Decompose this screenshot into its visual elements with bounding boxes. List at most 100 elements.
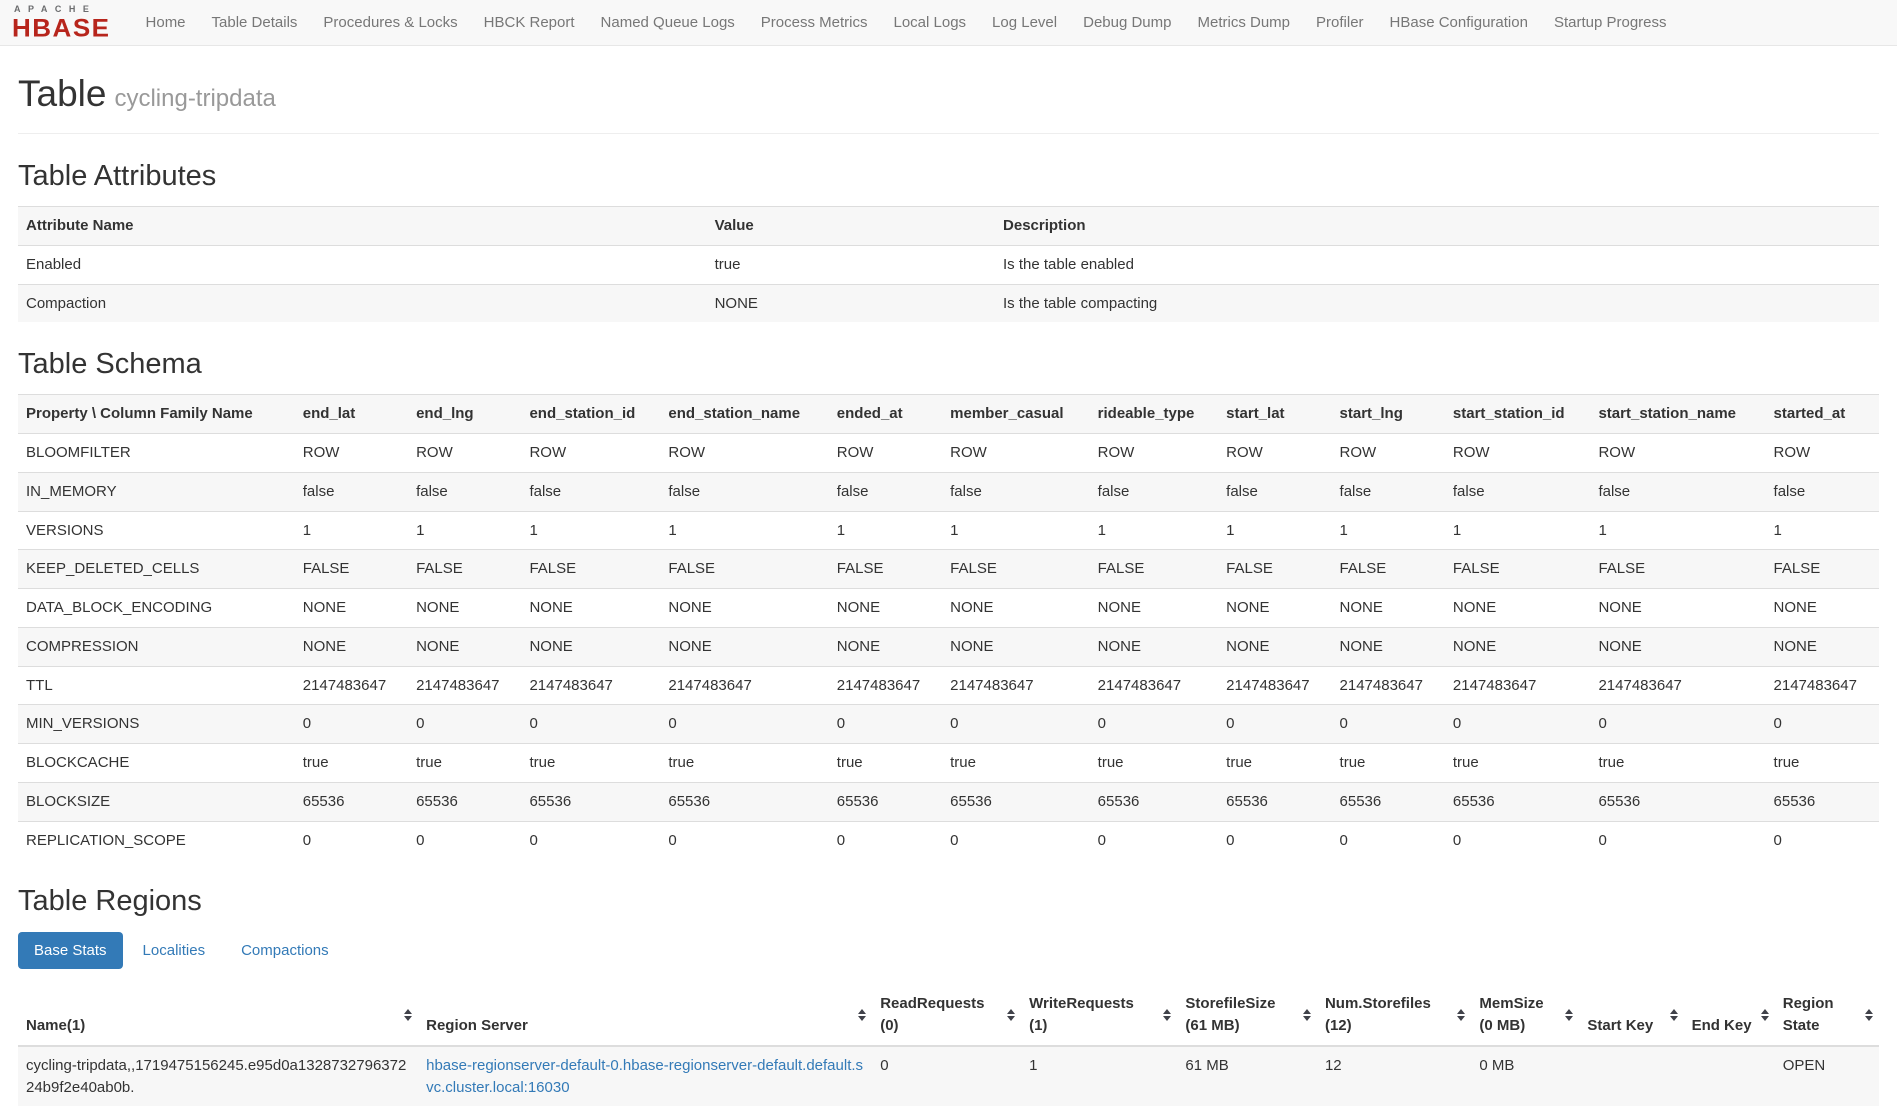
schema-property-value-cell: 2147483647 (942, 666, 1090, 705)
schema-property-value-cell: 65536 (660, 782, 828, 821)
region-state-cell: OPEN (1775, 1046, 1879, 1106)
schema-property-value-cell: ROW (1090, 434, 1219, 473)
schema-property-value-cell: 0 (1590, 821, 1765, 859)
sort-down-arrow (1670, 1016, 1678, 1021)
schema-family-column-header: end_lng (408, 395, 521, 434)
regions-column-header[interactable]: Region State (1775, 985, 1879, 1046)
schema-property-value-cell: true (660, 744, 828, 783)
schema-property-value-cell: NONE (408, 627, 521, 666)
sort-icon (1565, 1009, 1573, 1021)
schema-property-value-cell: NONE (1332, 627, 1445, 666)
regions-column-header[interactable]: MemSize (0 MB) (1471, 985, 1579, 1046)
top-navbar: APACHE HBASE HomeTable DetailsProcedures… (0, 0, 1897, 46)
schema-property-value-cell: NONE (1218, 589, 1331, 628)
schema-property-value-cell: ROW (1445, 434, 1591, 473)
sort-down-arrow (1457, 1016, 1465, 1021)
schema-property-value-cell: 0 (1590, 705, 1765, 744)
schema-property-value-cell: NONE (1445, 627, 1591, 666)
regions-column-header[interactable]: End Key (1684, 985, 1775, 1046)
regions-column-header-label: Region State (1783, 995, 1834, 1034)
regions-column-header[interactable]: ReadRequests (0) (872, 985, 1021, 1046)
schema-property-value-cell: FALSE (1766, 550, 1879, 589)
schema-property-value-cell: false (1766, 472, 1879, 511)
schema-property-value-cell: true (1332, 744, 1445, 783)
attribute-value-cell: NONE (707, 284, 995, 322)
nav-item-process-metrics[interactable]: Process Metrics (748, 1, 881, 44)
regions-column-header[interactable]: StorefileSize (61 MB) (1177, 985, 1317, 1046)
schema-property-value-cell: ROW (1590, 434, 1765, 473)
nav-item-table-details[interactable]: Table Details (199, 1, 311, 44)
schema-property-value-cell: false (295, 472, 408, 511)
schema-family-column-header: ended_at (829, 395, 942, 434)
sort-icon (1670, 1009, 1678, 1021)
regions-column-header-label: Start Key (1587, 1017, 1653, 1034)
schema-property-value-cell: NONE (1766, 589, 1879, 628)
schema-property-value-cell: 2147483647 (521, 666, 660, 705)
regions-column-header[interactable]: WriteRequests (1) (1021, 985, 1177, 1046)
nav-item-local-logs[interactable]: Local Logs (880, 1, 979, 44)
region-row: cycling-tripdata,,1719475156245.e95d0a13… (18, 1046, 1879, 1106)
schema-property-row: BLOOMFILTERROWROWROWROWROWROWROWROWROWRO… (18, 434, 1879, 473)
region-tab-localities[interactable]: Localities (127, 932, 222, 969)
schema-property-name-cell: BLOOMFILTER (18, 434, 295, 473)
nav-item-hbase-configuration[interactable]: HBase Configuration (1377, 1, 1541, 44)
nav-item-profiler[interactable]: Profiler (1303, 1, 1377, 44)
region-tab-compactions[interactable]: Compactions (225, 932, 345, 969)
regions-column-header[interactable]: Name(1) (18, 985, 418, 1046)
schema-property-value-cell: 1 (295, 511, 408, 550)
schema-property-value-cell: true (942, 744, 1090, 783)
regions-column-header[interactable]: Start Key (1579, 985, 1683, 1046)
nav-item-procedures-locks[interactable]: Procedures & Locks (310, 1, 470, 44)
schema-property-value-cell: 1 (1590, 511, 1765, 550)
nav-item-startup-progress[interactable]: Startup Progress (1541, 1, 1680, 44)
schema-property-value-cell: false (1090, 472, 1219, 511)
schema-property-name-cell: COMPRESSION (18, 627, 295, 666)
table-attributes-table: Attribute NameValueDescriptionEnabledtru… (18, 206, 1879, 322)
schema-property-name-cell: TTL (18, 666, 295, 705)
schema-property-value-cell: 0 (660, 821, 828, 859)
region-end-key-cell (1684, 1046, 1775, 1106)
nav-item-hbck-report[interactable]: HBCK Report (471, 1, 588, 44)
sort-down-arrow (1007, 1016, 1015, 1021)
region-server-link[interactable]: hbase-regionserver-default-0.hbase-regio… (426, 1057, 863, 1096)
nav-item-log-level[interactable]: Log Level (979, 1, 1070, 44)
attribute-row: EnabledtrueIs the table enabled (18, 245, 1879, 284)
schema-property-value-cell: 1 (1766, 511, 1879, 550)
nav-item-metrics-dump[interactable]: Metrics Dump (1185, 1, 1304, 44)
schema-property-value-cell: 0 (829, 821, 942, 859)
schema-property-name-cell: BLOCKCACHE (18, 744, 295, 783)
schema-property-value-cell: 0 (1218, 821, 1331, 859)
schema-family-column-header: end_lat (295, 395, 408, 434)
schema-property-name-cell: BLOCKSIZE (18, 782, 295, 821)
nav-item-named-queue-logs[interactable]: Named Queue Logs (588, 1, 748, 44)
region-server-cell: hbase-regionserver-default-0.hbase-regio… (418, 1046, 872, 1106)
schema-property-value-cell: FALSE (1332, 550, 1445, 589)
regions-column-header[interactable]: Num.Storefiles (12) (1317, 985, 1471, 1046)
attribute-value-cell: true (707, 245, 995, 284)
schema-property-value-cell: FALSE (1445, 550, 1591, 589)
region-tab-base-stats[interactable]: Base Stats (18, 932, 123, 969)
nav-item-debug-dump[interactable]: Debug Dump (1070, 1, 1184, 44)
schema-header-row: Property \ Column Family Nameend_latend_… (18, 395, 1879, 434)
attribute-name-cell: Compaction (18, 284, 707, 322)
attribute-description-cell: Is the table enabled (995, 245, 1879, 284)
schema-property-value-cell: NONE (660, 627, 828, 666)
hbase-logo[interactable]: APACHE HBASE (12, 5, 111, 41)
nav-item-home[interactable]: Home (133, 1, 199, 44)
navbar-menu: HomeTable DetailsProcedures & LocksHBCK … (133, 1, 1680, 44)
hbase-logo-apache-text: APACHE (12, 5, 111, 14)
sort-up-arrow (404, 1009, 412, 1014)
attribute-row: CompactionNONEIs the table compacting (18, 284, 1879, 322)
schema-property-value-cell: NONE (295, 627, 408, 666)
regions-column-header-label: End Key (1692, 1017, 1752, 1034)
schema-property-value-cell: NONE (521, 627, 660, 666)
sort-icon (1303, 1009, 1311, 1021)
schema-property-value-cell: 2147483647 (408, 666, 521, 705)
regions-column-header[interactable]: Region Server (418, 985, 872, 1046)
schema-property-name-cell: KEEP_DELETED_CELLS (18, 550, 295, 589)
schema-property-value-cell: NONE (1090, 589, 1219, 628)
schema-property-value-cell: FALSE (1590, 550, 1765, 589)
schema-property-value-cell: 2147483647 (295, 666, 408, 705)
attribute-description-cell: Is the table compacting (995, 284, 1879, 322)
schema-property-value-cell: ROW (1332, 434, 1445, 473)
